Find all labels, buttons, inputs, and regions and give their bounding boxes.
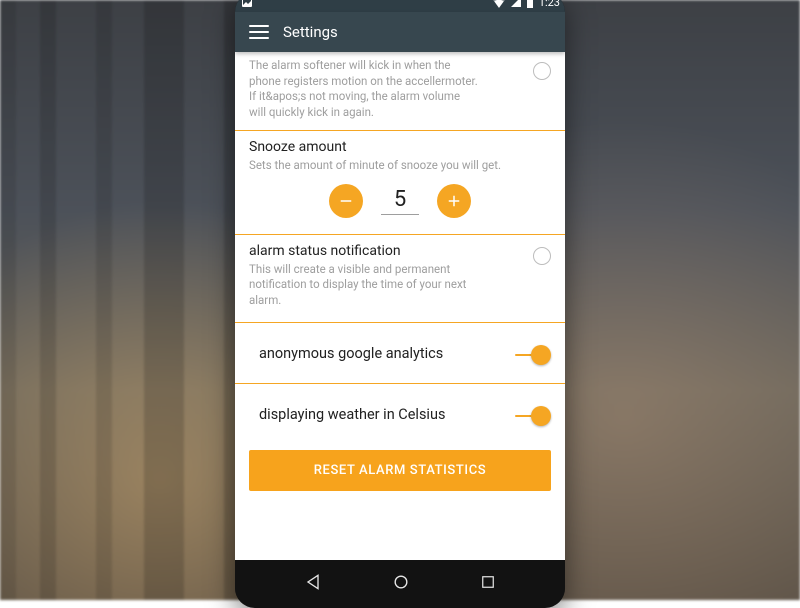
android-navbar: [235, 560, 565, 604]
status-bar: 1:23: [235, 0, 565, 12]
wifi-icon: [492, 0, 506, 8]
back-icon[interactable]: [303, 572, 323, 592]
phone-frame: 1:23 Settings The alarm softener will ki…: [235, 0, 565, 608]
reset-statistics-button[interactable]: RESET ALARM STATISTICS: [249, 450, 551, 491]
menu-icon[interactable]: [249, 25, 269, 39]
celsius-toggle[interactable]: [513, 406, 551, 426]
snooze-value[interactable]: 5: [381, 187, 419, 215]
status-clock: 1:23: [539, 0, 560, 9]
snooze-desc: Sets the amount of minute of snooze you …: [249, 158, 551, 174]
snooze-decrement-button[interactable]: [329, 184, 363, 218]
setting-alarm-softener: The alarm softener will kick in when the…: [235, 52, 565, 131]
celsius-label: displaying weather in Celsius: [259, 406, 513, 423]
battery-icon: [526, 0, 534, 8]
setting-status-notification: alarm status notification This will crea…: [235, 235, 565, 324]
snooze-stepper: 5: [249, 184, 551, 218]
settings-content[interactable]: The alarm softener will kick in when the…: [235, 52, 565, 560]
recent-apps-icon[interactable]: [479, 573, 497, 591]
notif-desc: This will create a visible and permanent…: [249, 262, 479, 309]
setting-celsius: displaying weather in Celsius: [235, 384, 565, 444]
status-notification-toggle[interactable]: [513, 247, 551, 267]
snooze-increment-button[interactable]: [437, 184, 471, 218]
analytics-toggle[interactable]: [513, 345, 551, 365]
app-bar: Settings: [235, 12, 565, 52]
minus-icon: [337, 192, 355, 210]
signal-icon: [510, 0, 522, 8]
page-title: Settings: [283, 23, 338, 41]
alarm-softener-desc: The alarm softener will kick in when the…: [249, 58, 479, 120]
notif-title: alarm status notification: [249, 243, 513, 259]
alarm-softener-toggle[interactable]: [513, 62, 551, 82]
home-icon[interactable]: [391, 572, 411, 592]
plus-icon: [445, 192, 463, 210]
analytics-label: anonymous google analytics: [259, 345, 513, 362]
image-icon: [241, 0, 253, 8]
snooze-title: Snooze amount: [249, 139, 551, 155]
setting-snooze-amount: Snooze amount Sets the amount of minute …: [235, 131, 565, 235]
setting-analytics: anonymous google analytics: [235, 323, 565, 384]
